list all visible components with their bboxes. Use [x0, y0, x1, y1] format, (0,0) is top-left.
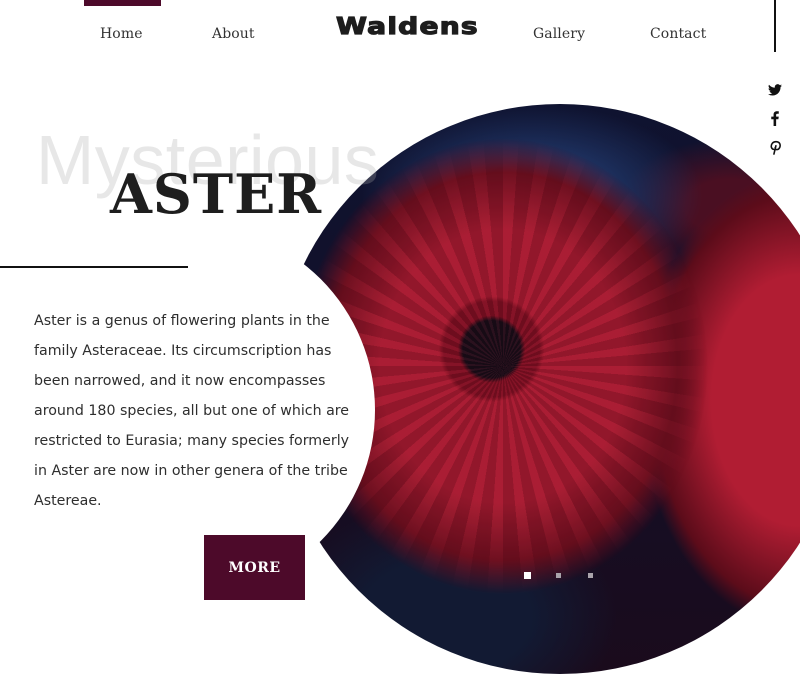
- decorative-vertical-line: [774, 0, 776, 52]
- title-divider: [0, 266, 188, 268]
- hero-title: ASTER: [110, 162, 323, 226]
- nav-about[interactable]: About: [212, 26, 255, 42]
- more-button[interactable]: MORE: [204, 535, 305, 600]
- slider-dot-3[interactable]: [588, 573, 593, 578]
- nav-home[interactable]: Home: [100, 26, 143, 42]
- nav-contact[interactable]: Contact: [650, 26, 706, 42]
- twitter-icon[interactable]: [764, 80, 786, 100]
- nav-active-indicator: [84, 0, 161, 6]
- brand-logo[interactable]: Waldens: [335, 13, 479, 40]
- slider-dot-1[interactable]: [524, 572, 531, 579]
- nav-gallery[interactable]: Gallery: [533, 26, 585, 42]
- slider-dot-2[interactable]: [556, 573, 561, 578]
- hero-description: Aster is a genus of flowering plants in …: [34, 313, 350, 509]
